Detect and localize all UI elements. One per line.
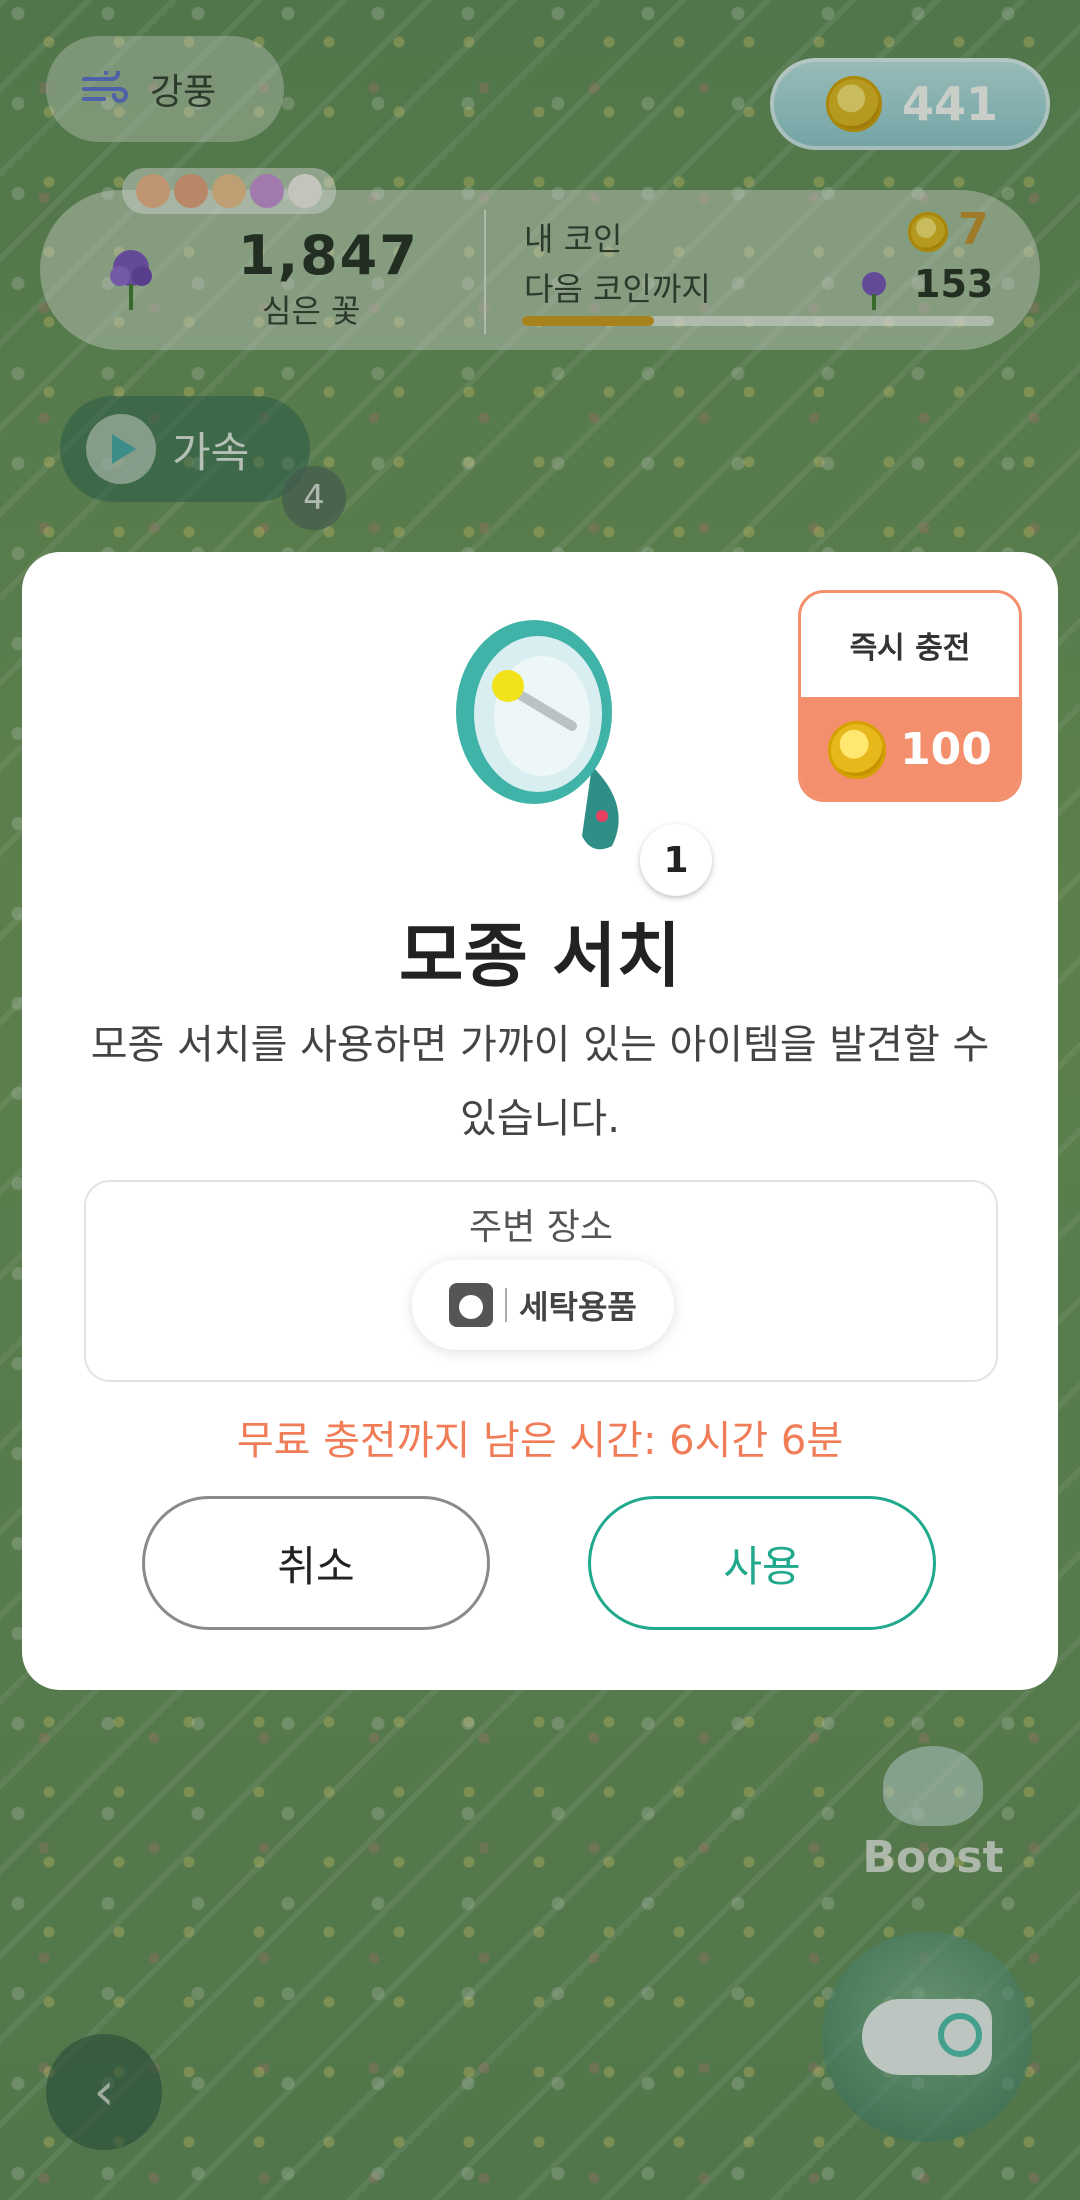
dialog-title: 모종 서치 <box>399 915 681 997</box>
megaphone-icon <box>456 620 619 850</box>
nearby-places-label: 주변 장소 <box>469 1207 613 1248</box>
free-charge-timer: 무료 충전까지 남은 시간: 6시간 6분 <box>236 1418 844 1464</box>
chip-separator <box>505 1288 508 1322</box>
item-count-badge: 1 <box>640 824 712 896</box>
washer-icon <box>449 1283 494 1327</box>
coin-icon <box>828 720 887 779</box>
nearby-place-chip[interactable]: 세탁용품 <box>412 1260 674 1350</box>
instant-charge-label: 즉시 충전 <box>849 631 971 666</box>
instant-charge-price: 100 <box>900 724 992 775</box>
dialog-description: 모종 서치를 사용하면 가까이 있는 아이템을 발견할 수 있습니다. <box>90 1022 990 1142</box>
use-button[interactable]: 사용 <box>588 1496 936 1630</box>
instant-charge-button[interactable]: 즉시 충전 100 <box>798 590 1022 802</box>
seedling-search-dialog: 즉시 충전 100 1 모종 서치 모종 서치를 사용하면 가까이 있는 아이템… <box>22 552 1058 1690</box>
instant-charge-price-row: 100 <box>801 697 1019 799</box>
nearby-place-label: 세탁용품 <box>519 1288 637 1326</box>
cancel-button[interactable]: 취소 <box>142 1496 490 1630</box>
nearby-places-box: 주변 장소 세탁용품 <box>84 1180 998 1382</box>
